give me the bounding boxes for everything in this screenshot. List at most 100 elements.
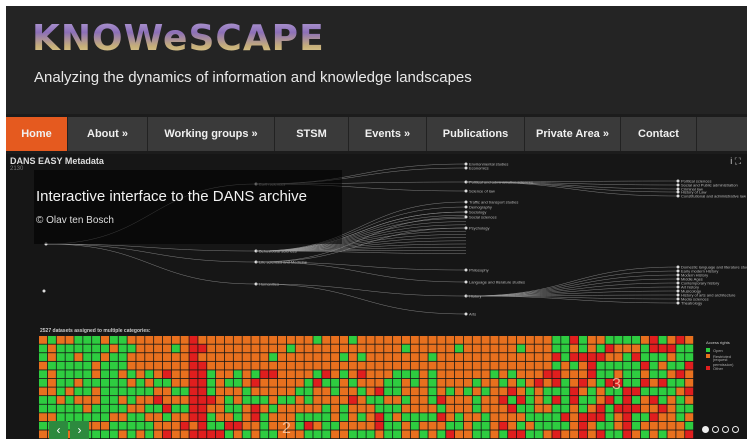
dataset-cell[interactable]: [348, 396, 357, 404]
dataset-cell[interactable]: [304, 396, 313, 404]
dataset-cell[interactable]: [233, 396, 242, 404]
dataset-cell[interactable]: [100, 361, 110, 370]
dataset-cell[interactable]: [419, 344, 428, 353]
dataset-cell[interactable]: [216, 378, 225, 387]
dataset-cell[interactable]: [490, 404, 499, 413]
dataset-cell[interactable]: [357, 413, 366, 422]
dataset-cell[interactable]: [393, 370, 402, 379]
tree-leaf-9-node[interactable]: [676, 281, 680, 285]
dataset-cell[interactable]: [162, 421, 171, 430]
dataset-cell[interactable]: [56, 336, 65, 344]
dataset-cell[interactable]: [552, 378, 561, 387]
dataset-cell[interactable]: [516, 413, 526, 422]
dataset-cell[interactable]: [260, 353, 269, 361]
dataset-cell[interactable]: [339, 378, 348, 387]
dataset-cell[interactable]: [180, 370, 189, 379]
dataset-cell[interactable]: [74, 413, 83, 422]
dataset-cell[interactable]: [162, 413, 171, 422]
dataset-cell[interactable]: [437, 396, 446, 404]
dataset-cell[interactable]: [658, 404, 667, 413]
dataset-cell[interactable]: [47, 344, 56, 353]
dataset-cell[interactable]: [401, 361, 410, 370]
dataset-cell[interactable]: [667, 404, 676, 413]
dataset-cell[interactable]: [552, 387, 561, 396]
dataset-cell[interactable]: [419, 370, 428, 379]
dataset-cell[interactable]: [171, 353, 180, 361]
dataset-cell[interactable]: [561, 361, 570, 370]
dataset-cell[interactable]: [118, 404, 127, 413]
dataset-cell[interactable]: [366, 396, 375, 404]
dataset-cell[interactable]: [366, 353, 375, 361]
dataset-cell[interactable]: [632, 370, 641, 379]
dataset-cell[interactable]: [463, 353, 472, 361]
dataset-cell[interactable]: [331, 336, 340, 344]
dataset-cell[interactable]: [676, 370, 685, 379]
dataset-cell[interactable]: [286, 387, 295, 396]
dataset-cell[interactable]: [145, 353, 154, 361]
dataset-cell[interactable]: [596, 336, 605, 344]
dataset-cell[interactable]: [375, 378, 384, 387]
dataset-cell[interactable]: [632, 353, 641, 361]
dataset-cell[interactable]: [348, 361, 357, 370]
dataset-cell[interactable]: [490, 344, 499, 353]
dataset-cell[interactable]: [348, 421, 357, 430]
dataset-cell[interactable]: [313, 430, 322, 439]
dataset-cell[interactable]: [437, 370, 446, 379]
dataset-cell[interactable]: [304, 430, 313, 439]
dataset-cell[interactable]: [401, 387, 410, 396]
dataset-cell[interactable]: [189, 396, 198, 404]
dataset-cell[interactable]: [419, 413, 428, 422]
dataset-cell[interactable]: [561, 336, 570, 344]
dataset-cell[interactable]: [446, 361, 455, 370]
dataset-cell[interactable]: [269, 413, 278, 422]
dataset-cell[interactable]: [401, 378, 410, 387]
tree-leaf-2-node[interactable]: [676, 187, 680, 191]
dataset-cell[interactable]: [472, 361, 481, 370]
dataset-cell[interactable]: [649, 361, 658, 370]
dataset-cell[interactable]: [74, 336, 83, 344]
dataset-cell[interactable]: [516, 353, 526, 361]
dataset-cell[interactable]: [154, 353, 163, 361]
dataset-cell[interactable]: [472, 404, 481, 413]
dataset-cell[interactable]: [534, 344, 543, 353]
dataset-cell[interactable]: [499, 361, 508, 370]
dataset-cell[interactable]: [233, 430, 242, 439]
dataset-cell[interactable]: [47, 353, 56, 361]
dataset-cell[interactable]: [455, 378, 464, 387]
dataset-cell[interactable]: [428, 344, 437, 353]
dataset-cell[interactable]: [100, 396, 110, 404]
dataset-cell[interactable]: [410, 344, 419, 353]
tree-leaf-3-node[interactable]: [676, 190, 680, 194]
dataset-cell[interactable]: [632, 378, 641, 387]
tree-branch-10-node[interactable]: [464, 280, 468, 284]
dataset-cell[interactable]: [623, 353, 632, 361]
dataset-cell[interactable]: [74, 396, 83, 404]
dataset-cell[interactable]: [623, 413, 632, 422]
dataset-cell[interactable]: [649, 413, 658, 422]
dataset-cell[interactable]: [224, 344, 233, 353]
dataset-cell[interactable]: [525, 396, 534, 404]
dataset-cell[interactable]: [109, 430, 118, 439]
dataset-cell[interactable]: [632, 430, 641, 439]
dataset-cell[interactable]: [472, 413, 481, 422]
dataset-cell[interactable]: [614, 413, 623, 422]
dataset-cell[interactable]: [251, 404, 260, 413]
dataset-cell[interactable]: [224, 370, 233, 379]
dataset-cell[interactable]: [632, 421, 641, 430]
dataset-cell[interactable]: [587, 353, 596, 361]
dataset-cell[interactable]: [570, 353, 579, 361]
dataset-cell[interactable]: [632, 344, 641, 353]
dataset-cell[interactable]: [623, 404, 632, 413]
dataset-cell[interactable]: [552, 396, 561, 404]
dataset-cell[interactable]: [446, 430, 455, 439]
dataset-cell[interactable]: [561, 370, 570, 379]
dataset-cell[interactable]: [242, 396, 251, 404]
dataset-cell[interactable]: [322, 336, 331, 344]
dataset-cell[interactable]: [145, 336, 154, 344]
dataset-cell[interactable]: [428, 387, 437, 396]
dataset-cell[interactable]: [587, 421, 596, 430]
dataset-cell[interactable]: [83, 413, 92, 422]
dataset-cell[interactable]: [216, 404, 225, 413]
dataset-cell[interactable]: [667, 336, 676, 344]
dataset-cell[interactable]: [269, 370, 278, 379]
